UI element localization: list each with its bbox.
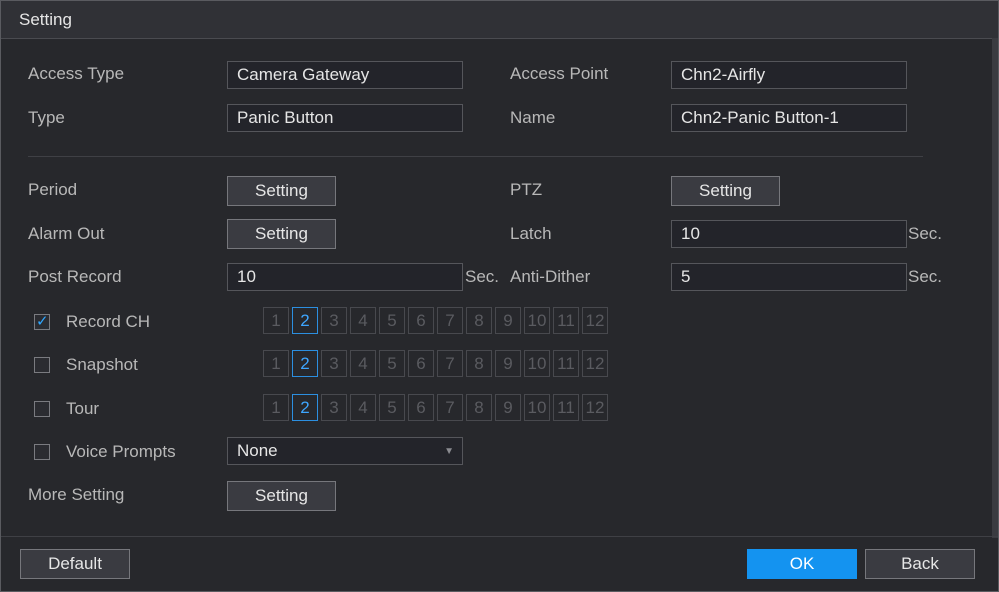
tour-label: Tour [66,399,100,418]
record-channel-4[interactable]: 4 [350,307,376,334]
ptz-setting-button[interactable]: Setting [671,176,780,206]
tour-channel-3[interactable]: 3 [321,394,347,421]
record-channel-5[interactable]: 5 [379,307,405,334]
tour-channel-8[interactable]: 8 [466,394,492,421]
default-button[interactable]: Default [20,549,130,579]
record-channel-8[interactable]: 8 [466,307,492,334]
tour-channel-grid: 1 2 3 4 5 6 7 8 9 10 11 12 [263,394,608,421]
footer-divider [1,536,998,537]
period-setting-button[interactable]: Setting [227,176,336,206]
period-label: Period [28,180,78,199]
more-setting-button[interactable]: Setting [227,481,336,511]
snapshot-channel-2[interactable]: 2 [292,350,318,377]
tour-channel-4[interactable]: 4 [350,394,376,421]
record-ch-channel-grid: 1 2 3 4 5 6 7 8 9 10 11 12 [263,307,608,334]
access-type-field[interactable]: Camera Gateway [227,61,463,89]
snapshot-channel-5[interactable]: 5 [379,350,405,377]
voice-prompts-value: None [237,441,278,460]
snapshot-channel-10[interactable]: 10 [524,350,550,377]
snapshot-channel-7[interactable]: 7 [437,350,463,377]
snapshot-checkbox[interactable] [34,357,50,373]
type-field[interactable]: Panic Button [227,104,463,132]
tour-channel-6[interactable]: 6 [408,394,434,421]
snapshot-label: Snapshot [66,355,138,374]
snapshot-channel-9[interactable]: 9 [495,350,521,377]
access-point-label: Access Point [510,64,609,83]
post-record-label: Post Record [28,267,122,286]
section-divider [28,156,923,157]
record-channel-7[interactable]: 7 [437,307,463,334]
tour-channel-10[interactable]: 10 [524,394,550,421]
record-channel-2[interactable]: 2 [292,307,318,334]
post-record-unit: Sec. [465,267,500,286]
back-button[interactable]: Back [865,549,975,579]
name-label: Name [510,108,556,127]
tour-channel-7[interactable]: 7 [437,394,463,421]
dialog-title: Setting [19,10,72,29]
post-record-input[interactable]: 10 [227,263,463,291]
snapshot-channel-3[interactable]: 3 [321,350,347,377]
alarm-out-setting-button[interactable]: Setting [227,219,336,249]
tour-channel-1[interactable]: 1 [263,394,289,421]
tour-channel-12[interactable]: 12 [582,394,608,421]
voice-prompts-checkbox[interactable] [34,444,50,460]
tour-checkbox[interactable] [34,401,50,417]
record-ch-label: Record CH [66,312,151,331]
snapshot-channel-6[interactable]: 6 [408,350,434,377]
snapshot-channel-grid: 1 2 3 4 5 6 7 8 9 10 11 12 [263,350,608,377]
record-ch-checkbox[interactable]: ✓ [34,313,50,330]
anti-dither-unit: Sec. [908,267,943,286]
ok-button[interactable]: OK [747,549,857,579]
tour-channel-5[interactable]: 5 [379,394,405,421]
tour-channel-11[interactable]: 11 [553,394,579,421]
latch-label: Latch [510,224,552,243]
type-label: Type [28,108,65,127]
latch-input[interactable]: 10 [671,220,907,248]
name-field[interactable]: Chn2-Panic Button-1 [671,104,907,132]
title-bar: Setting [1,1,998,39]
latch-unit: Sec. [908,224,943,243]
voice-prompts-select[interactable]: None ▼ [227,437,463,465]
record-channel-10[interactable]: 10 [524,307,550,334]
record-channel-12[interactable]: 12 [582,307,608,334]
snapshot-channel-1[interactable]: 1 [263,350,289,377]
record-channel-6[interactable]: 6 [408,307,434,334]
alarm-out-label: Alarm Out [28,224,105,243]
snapshot-channel-8[interactable]: 8 [466,350,492,377]
scrollbar[interactable] [992,38,998,538]
tour-channel-2[interactable]: 2 [292,394,318,421]
record-channel-9[interactable]: 9 [495,307,521,334]
checkmark-icon: ✓ [36,313,49,330]
dropdown-arrow-icon: ▼ [444,446,454,457]
ptz-label: PTZ [510,180,543,199]
more-setting-label: More Setting [28,485,125,504]
record-channel-11[interactable]: 11 [553,307,579,334]
snapshot-channel-4[interactable]: 4 [350,350,376,377]
snapshot-channel-11[interactable]: 11 [553,350,579,377]
record-channel-3[interactable]: 3 [321,307,347,334]
anti-dither-input[interactable]: 5 [671,263,907,291]
setting-dialog: Setting Access Type Camera Gateway Acces… [0,0,999,592]
anti-dither-label: Anti-Dither [510,267,591,286]
record-channel-1[interactable]: 1 [263,307,289,334]
tour-channel-9[interactable]: 9 [495,394,521,421]
voice-prompts-label: Voice Prompts [66,442,176,461]
access-type-label: Access Type [28,64,125,83]
snapshot-channel-12[interactable]: 12 [582,350,608,377]
access-point-field[interactable]: Chn2-Airfly [671,61,907,89]
